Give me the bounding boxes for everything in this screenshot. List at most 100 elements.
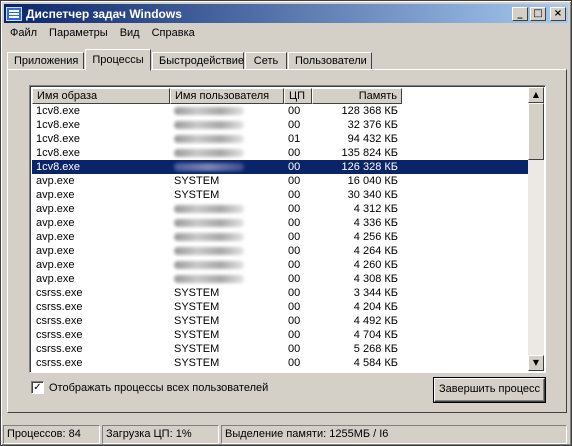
process-row[interactable]: csrss.exe SYSTEM 00 4 584 КБ <box>32 356 530 370</box>
minimize-button[interactable]: _ <box>512 6 528 21</box>
process-memory: 3 344 КБ <box>353 287 398 299</box>
process-row[interactable]: csrss.exe SYSTEM 00 5 268 КБ <box>32 342 530 356</box>
process-image-name: avp.exe <box>36 217 75 229</box>
column-cpu[interactable]: ЦП <box>284 88 312 104</box>
tab-network[interactable]: Сеть <box>245 52 287 70</box>
process-memory: 4 704 КБ <box>353 329 398 341</box>
process-row[interactable]: csrss.exe SYSTEM 00 4 492 КБ <box>32 314 530 328</box>
column-memory[interactable]: Память <box>312 88 402 104</box>
show-all-users-option[interactable]: ✓ Отображать процессы всех пользователей <box>31 381 268 394</box>
scroll-down-arrow-icon[interactable]: ▼ <box>528 355 544 371</box>
process-row[interactable]: 1cv8.exe 00 32 376 КБ <box>32 118 530 132</box>
process-user-name: SYSTEM <box>174 287 220 299</box>
process-image-name: 1cv8.exe <box>36 105 81 117</box>
process-row[interactable]: csrss.exe SYSTEM 00 4 204 КБ <box>32 300 530 314</box>
process-row[interactable]: 1cv8.exe 00 126 328 КБ <box>32 160 530 174</box>
process-image-name: avp.exe <box>36 245 75 257</box>
process-list[interactable]: Имя образа Имя пользователя ЦП Память 1c… <box>29 85 546 373</box>
end-process-button[interactable]: Завершить процесс <box>433 377 546 403</box>
process-cpu: 00 <box>288 217 301 229</box>
menu-help[interactable]: Справка <box>146 24 201 42</box>
scroll-thumb[interactable] <box>528 103 544 160</box>
status-memory: Выделение памяти: 1255МБ / I6 <box>221 425 567 444</box>
show-all-users-label: Отображать процессы всех пользователей <box>49 381 269 394</box>
process-row[interactable]: 1cv8.exe 00 135 824 КБ <box>32 146 530 160</box>
process-row[interactable]: avp.exe 00 4 312 КБ <box>32 202 530 216</box>
tab-users[interactable]: Пользователи <box>288 52 372 70</box>
process-row[interactable]: avp.exe 00 4 336 КБ <box>32 216 530 230</box>
close-button[interactable]: × <box>550 6 566 21</box>
process-user-name <box>170 118 284 132</box>
process-cpu: 00 <box>288 273 301 285</box>
process-row[interactable]: avp.exe 00 4 256 КБ <box>32 230 530 244</box>
process-user-name <box>170 146 284 160</box>
status-processes: Процессов: 84 <box>3 425 100 444</box>
process-cpu: 01 <box>288 133 301 145</box>
vertical-scrollbar[interactable]: ▲ ▼ <box>528 87 544 371</box>
process-cpu: 00 <box>288 301 301 313</box>
process-row[interactable]: csrss.exe SYSTEM 00 3 344 КБ <box>32 286 530 300</box>
process-cpu: 00 <box>288 357 301 369</box>
process-image-name: avp.exe <box>36 273 75 285</box>
redacted-user-name <box>174 107 244 115</box>
maximize-button[interactable]: □ <box>530 6 546 21</box>
process-image-name: csrss.exe <box>36 357 83 369</box>
column-user-name[interactable]: Имя пользователя <box>170 88 284 104</box>
process-memory: 135 824 КБ <box>341 147 398 159</box>
process-row[interactable]: avp.exe SYSTEM 00 30 340 КБ <box>32 188 530 202</box>
process-user-name <box>170 202 284 216</box>
menu-view[interactable]: Вид <box>114 24 146 42</box>
process-user-name <box>170 216 284 230</box>
process-memory: 4 336 КБ <box>353 217 398 229</box>
process-row[interactable]: 1cv8.exe 00 128 368 КБ <box>32 104 530 118</box>
show-all-users-checkbox[interactable]: ✓ <box>31 381 44 394</box>
process-image-name: csrss.exe <box>36 301 83 313</box>
process-memory: 32 376 КБ <box>347 119 398 131</box>
menu-bar: Файл Параметры Вид Справка <box>4 24 201 42</box>
process-row[interactable]: 1cv8.exe 01 94 432 КБ <box>32 132 530 146</box>
process-memory: 4 584 КБ <box>353 357 398 369</box>
status-bar: Процессов: 84 Загрузка ЦП: 1% Выделение … <box>3 425 569 444</box>
process-memory: 4 260 КБ <box>353 259 398 271</box>
process-cpu: 00 <box>288 175 301 187</box>
process-memory: 126 328 КБ <box>341 161 398 173</box>
menu-options[interactable]: Параметры <box>43 24 114 42</box>
process-memory: 4 264 КБ <box>353 245 398 257</box>
menu-file[interactable]: Файл <box>4 24 43 42</box>
process-row[interactable]: csrss.exe SYSTEM 00 4 704 КБ <box>32 328 530 342</box>
process-row[interactable]: avp.exe 00 4 260 КБ <box>32 258 530 272</box>
process-user-name: SYSTEM <box>174 357 220 369</box>
redacted-user-name <box>174 121 244 129</box>
status-cpu: Загрузка ЦП: 1% <box>102 425 219 444</box>
column-image-name[interactable]: Имя образа <box>32 88 170 104</box>
tab-performance[interactable]: Быстродействие <box>152 52 244 70</box>
process-list-header: Имя образа Имя пользователя ЦП Память <box>32 88 402 104</box>
tab-applications[interactable]: Приложения <box>7 52 84 70</box>
process-cpu: 00 <box>288 203 301 215</box>
process-cpu: 00 <box>288 245 301 257</box>
process-row[interactable]: avp.exe 00 4 308 КБ <box>32 272 530 286</box>
tab-processes[interactable]: Процессы <box>85 49 151 71</box>
process-user-name <box>170 230 284 244</box>
process-user-name <box>170 132 284 146</box>
process-memory: 4 308 КБ <box>353 273 398 285</box>
process-image-name: 1cv8.exe <box>36 133 81 145</box>
process-image-name: 1cv8.exe <box>36 161 81 173</box>
process-cpu: 00 <box>288 147 301 159</box>
process-user-name <box>170 104 284 118</box>
title-bar[interactable]: Диспетчер задач Windows _ □ × <box>4 4 568 23</box>
process-user-name <box>170 160 284 174</box>
redacted-user-name <box>174 275 244 283</box>
redacted-user-name <box>174 261 244 269</box>
scroll-up-arrow-icon[interactable]: ▲ <box>528 87 544 103</box>
process-cpu: 00 <box>288 329 301 341</box>
process-image-name: avp.exe <box>36 175 75 187</box>
process-cpu: 00 <box>288 231 301 243</box>
process-cpu: 00 <box>288 161 301 173</box>
process-row[interactable]: avp.exe SYSTEM 00 16 040 КБ <box>32 174 530 188</box>
process-image-name: avp.exe <box>36 203 75 215</box>
redacted-user-name <box>174 135 244 143</box>
process-row[interactable]: avp.exe 00 4 264 КБ <box>32 244 530 258</box>
process-image-name: avp.exe <box>36 231 75 243</box>
process-memory: 4 256 КБ <box>353 231 398 243</box>
